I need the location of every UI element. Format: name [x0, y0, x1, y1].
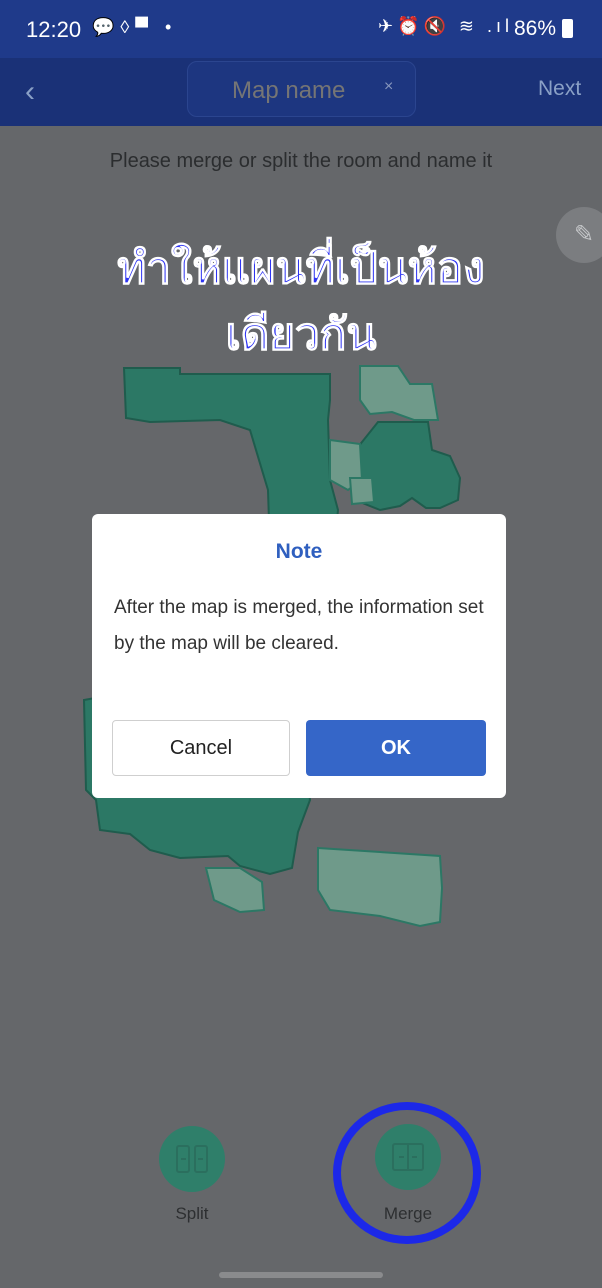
dialog-title: Note — [275, 540, 323, 563]
map-name-field[interactable]: × — [187, 61, 416, 117]
home-indicator[interactable] — [219, 1272, 383, 1278]
chevron-left-icon[interactable]: ‹ — [14, 72, 46, 112]
split-icon — [176, 1145, 208, 1173]
status-bar: 12:20 💬◊▀ • ✈⏰🔇 ≋ .ıl 86% — [0, 0, 602, 58]
notification-icons: 💬◊▀ • — [92, 17, 178, 37]
system-status-icons: ✈⏰🔇 ≋ .ıl — [378, 16, 513, 36]
battery-percent: 86% — [514, 17, 557, 40]
room-lower-right — [317, 846, 444, 928]
split-label: Split — [175, 1204, 209, 1223]
status-time: 12:20 — [26, 17, 82, 42]
instruction-text: Please merge or split the room and name … — [109, 150, 493, 172]
battery-icon — [562, 19, 573, 38]
room-small — [348, 477, 376, 506]
overlay-caption-line2: เดียวกัน — [225, 309, 377, 361]
cancel-button[interactable]: Cancel — [112, 720, 290, 776]
overlay-caption-line1: ทำให้แผนที่เป็นห้อง — [117, 243, 485, 295]
nav-bar: ‹ × Next — [0, 58, 602, 126]
overlay-caption: ทำให้แผนที่เป็นห้อง เดียวกัน — [0, 236, 602, 368]
split-button[interactable] — [159, 1126, 225, 1192]
dialog-message: After the map is merged, the information… — [114, 597, 484, 654]
room-lower-mid — [204, 867, 266, 914]
ok-button[interactable]: OK — [306, 720, 486, 776]
next-button[interactable]: Next — [538, 77, 581, 101]
room-top-light — [359, 365, 440, 421]
clear-icon[interactable]: × — [384, 78, 393, 96]
highlight-circle — [333, 1102, 481, 1244]
map-name-input[interactable] — [230, 76, 384, 106]
note-dialog: Note After the map is merged, the inform… — [92, 514, 506, 798]
